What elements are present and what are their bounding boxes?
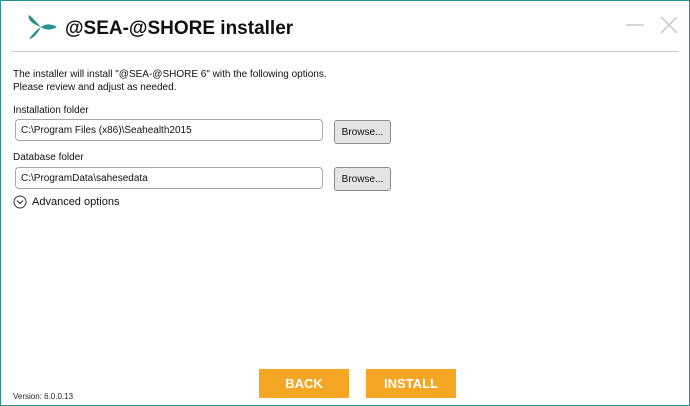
database-folder-label: Database folder <box>13 152 84 163</box>
close-icon[interactable] <box>657 13 681 37</box>
installer-content: The installer will install "@SEA-@SHORE … <box>13 52 673 402</box>
installation-folder-label: Installation folder <box>13 105 89 116</box>
intro-line-1: The installer will install "@SEA-@SHORE … <box>13 69 327 80</box>
database-browse-button[interactable]: Browse... <box>334 167 391 191</box>
installer-window: @SEA-@SHORE installer The installer will… <box>0 0 690 406</box>
chevron-down-circle-icon <box>13 195 27 209</box>
advanced-options-toggle[interactable]: Advanced options <box>13 195 119 209</box>
install-button[interactable]: INSTALL <box>366 369 456 398</box>
back-button[interactable]: BACK <box>259 369 349 398</box>
intro-line-2: Please review and adjust as needed. <box>13 82 177 93</box>
title-bar[interactable]: @SEA-@SHORE installer <box>1 1 689 51</box>
window-title: @SEA-@SHORE installer <box>65 18 294 39</box>
version-label: Version: 6.0.0.13 <box>13 392 74 401</box>
installation-folder-input[interactable] <box>15 119 323 141</box>
advanced-options-label: Advanced options <box>32 196 120 208</box>
installation-browse-button[interactable]: Browse... <box>334 120 391 144</box>
intro-text: The installer will install "@SEA-@SHORE … <box>13 68 327 94</box>
minimize-icon[interactable] <box>623 13 647 37</box>
database-folder-input[interactable] <box>15 167 323 189</box>
seahealth-logo-icon <box>28 15 57 39</box>
